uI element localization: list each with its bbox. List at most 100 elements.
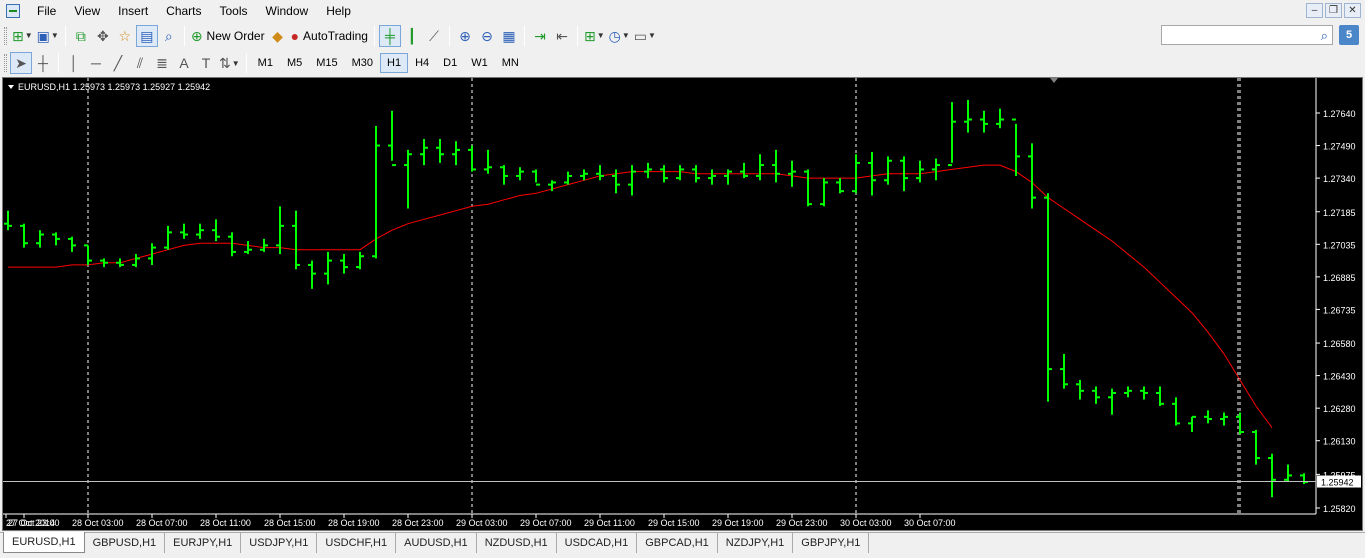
timeframe-w1[interactable]: W1 — [464, 53, 495, 73]
search-input[interactable]: ⌕ — [1161, 25, 1333, 45]
timeframe-mn[interactable]: MN — [495, 53, 526, 73]
timeframe-h1[interactable]: H1 — [380, 53, 409, 73]
timeframe-h4[interactable]: H4 — [408, 53, 436, 73]
text-button[interactable]: A — [173, 52, 195, 74]
text-label-button[interactable]: T — [195, 52, 217, 74]
line-studies-toolbar: ➤ ┼ │ ─ ╱ ⫽ ≣ A T ⇅ ▼ M1 M5 M15 M30 H1 H4… — [0, 50, 1365, 76]
template-icon: ▭ — [633, 27, 647, 44]
menu-help[interactable]: Help — [317, 1, 360, 21]
new-order-button[interactable]: ⊕ New Order — [189, 25, 267, 47]
toolbar-grip[interactable] — [4, 54, 7, 72]
autotrading-button[interactable]: ● AutoTrading — [289, 25, 370, 47]
tab-nzdjpy-h1[interactable]: NZDJPY,H1 — [718, 533, 794, 553]
terminal-button[interactable]: ▤ — [135, 24, 158, 47]
cursor-button[interactable]: ➤ — [10, 52, 32, 74]
ohlc-bar — [1156, 386, 1164, 406]
minimize-icon[interactable]: – — [1306, 3, 1323, 18]
fibonacci-button[interactable]: ≣ — [151, 52, 173, 74]
toolbar-grip[interactable] — [4, 26, 7, 45]
trendline-button[interactable]: ╱ — [107, 52, 129, 74]
strategy-tester-button[interactable]: ⌕ — [158, 25, 180, 47]
market-watch-icon: ⧉ — [75, 27, 86, 44]
chart-shift-marker-icon — [1050, 78, 1058, 83]
timeframe-d1[interactable]: D1 — [436, 53, 464, 73]
ohlc-bar — [468, 145, 476, 172]
search-icon[interactable]: ⌕ — [1321, 28, 1328, 44]
metaeditor-button[interactable]: ◆ — [267, 25, 289, 47]
new-chart-button[interactable]: ⊞ ▼ — [10, 25, 35, 47]
data-window-button[interactable]: ✥ — [92, 25, 114, 47]
menu-window[interactable]: Window — [257, 1, 318, 21]
new-order-label: New Order — [206, 28, 265, 43]
menu-file[interactable]: File — [28, 1, 65, 21]
horizontal-line-button[interactable]: ─ — [85, 52, 107, 74]
ohlc-bar — [916, 160, 924, 183]
time-tick-label: 27 Oct 23:00 — [8, 518, 60, 528]
ohlc-bar — [596, 165, 604, 181]
price-tick-label: 1.26735 — [1323, 305, 1356, 315]
tab-eurusd-h1[interactable]: EURUSD,H1 — [3, 532, 85, 553]
auto-scroll-button[interactable]: ⇥ — [529, 25, 551, 47]
terminal-icon: ▤ — [140, 27, 154, 44]
tab-eurjpy-h1[interactable]: EURJPY,H1 — [165, 533, 242, 553]
ohlc-bar — [980, 110, 988, 133]
timeframe-m5[interactable]: M5 — [280, 53, 309, 73]
menu-tools[interactable]: Tools — [211, 1, 257, 21]
app-icon — [6, 4, 20, 18]
ohlc-bar — [996, 108, 1004, 129]
time-tick-label: 29 Oct 03:00 — [456, 518, 508, 528]
ohlc-bar — [564, 171, 572, 185]
line-chart-button[interactable]: ⟋ — [423, 25, 445, 47]
tab-gbpcad-h1[interactable]: GBPCAD,H1 — [637, 533, 718, 553]
ohlc-bar — [404, 149, 412, 209]
notification-badge[interactable]: 5 — [1339, 25, 1359, 45]
arrows-button[interactable]: ⇅ ▼ — [217, 52, 242, 74]
ohlc-bar — [740, 162, 748, 179]
market-watch-button[interactable]: ⧉ — [70, 25, 92, 47]
new-chart-icon: ⊞ — [12, 27, 24, 44]
chart-symbol-header: EURUSD,H1 1.25973 1.25973 1.25927 1.2594… — [18, 82, 210, 92]
ohlc-bar — [852, 154, 860, 194]
indicators-button[interactable]: ⊞ ▼ — [582, 25, 607, 47]
horizontal-line-icon: ─ — [91, 55, 101, 71]
ohlc-bar — [1092, 386, 1100, 404]
menu-view[interactable]: View — [65, 1, 109, 21]
chevron-down-icon: ▼ — [648, 31, 656, 40]
ohlc-bar — [1188, 415, 1196, 433]
tab-usdcad-h1[interactable]: USDCAD,H1 — [557, 533, 638, 553]
tab-nzdusd-h1[interactable]: NZDUSD,H1 — [477, 533, 557, 553]
chart-shift-button[interactable]: ⇤ — [551, 25, 573, 47]
navigator-button[interactable]: ☆ — [114, 25, 136, 47]
crosshair-button[interactable]: ┼ — [32, 52, 54, 74]
toolbar-separator — [523, 25, 525, 46]
timeframe-m15[interactable]: M15 — [309, 53, 344, 73]
time-tick-label: 28 Oct 03:00 — [72, 518, 124, 528]
tile-windows-button[interactable]: ▦ — [498, 25, 520, 47]
equidistant-channel-button[interactable]: ⫽ — [129, 52, 151, 74]
ohlc-bar — [1140, 386, 1148, 400]
ohlc-bar — [628, 165, 636, 196]
vertical-line-button[interactable]: │ — [63, 52, 85, 74]
timeframe-m30[interactable]: M30 — [345, 53, 380, 73]
bar-chart-button[interactable]: ╪ — [378, 24, 401, 47]
zoom-in-button[interactable]: ⊕ — [454, 25, 476, 47]
toolbar-separator — [373, 25, 375, 46]
tab-gbpusd-h1[interactable]: GBPUSD,H1 — [85, 533, 166, 553]
price-chart[interactable]: 1.27640 1.27490 1.27340 1.27185 1.27035 1.268… — [3, 78, 1362, 530]
templates-button[interactable]: ▭ ▼ — [632, 25, 658, 47]
candlestick-button[interactable]: ┃ — [401, 25, 423, 47]
menu-charts[interactable]: Charts — [157, 1, 210, 21]
chart-window[interactable]: 1.27640 1.27490 1.27340 1.27185 1.27035 1.268… — [2, 77, 1363, 531]
tab-audusd-h1[interactable]: AUDUSD,H1 — [396, 533, 477, 553]
restore-icon[interactable]: ❐ — [1325, 3, 1342, 18]
tab-usdchf-h1[interactable]: USDCHF,H1 — [317, 533, 397, 553]
tab-usdjpy-h1[interactable]: USDJPY,H1 — [241, 533, 318, 553]
profiles-button[interactable]: ▣ ▼ — [35, 25, 61, 47]
close-icon[interactable]: ✕ — [1344, 3, 1361, 18]
periods-button[interactable]: ◷ ▼ — [607, 25, 632, 47]
zoom-out-button[interactable]: ⊖ — [476, 25, 498, 47]
menu-insert[interactable]: Insert — [109, 1, 157, 21]
zoom-in-icon: ⊕ — [459, 27, 471, 44]
timeframe-m1[interactable]: M1 — [251, 53, 280, 73]
tab-gbpjpy-h1[interactable]: GBPJPY,H1 — [793, 533, 870, 553]
